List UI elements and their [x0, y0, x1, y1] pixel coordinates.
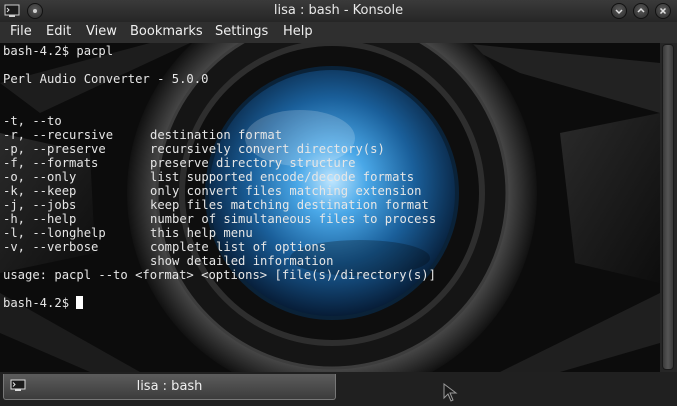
minimize-icon: [615, 9, 623, 15]
prompt-line[interactable]: bash-4.2$: [3, 296, 84, 310]
option-desc: number of simultaneous files to process: [150, 212, 437, 226]
option-desc: this help menu: [150, 226, 253, 240]
text-cursor: [76, 296, 84, 309]
option-desc: show detailed information: [150, 254, 334, 268]
mouse-pointer-icon: [443, 383, 458, 402]
maximize-icon: [637, 7, 645, 13]
terminal-output: bash-4.2$ pacpl Perl Audio Converter - 5…: [3, 43, 436, 310]
maximize-button[interactable]: [633, 3, 649, 19]
menu-help[interactable]: Help: [281, 24, 315, 39]
menu-bar: File Edit View Bookmarks Settings Help: [0, 22, 677, 43]
app-title-line: Perl Audio Converter - 5.0.0: [3, 72, 209, 86]
menu-edit[interactable]: Edit: [44, 24, 73, 39]
menu-file[interactable]: File: [8, 24, 34, 39]
window-title: lisa : bash - Konsole: [273, 3, 404, 18]
option-desc: list supported encode/decode formats: [150, 170, 415, 184]
menu-view[interactable]: View: [84, 24, 119, 39]
menu-bookmarks[interactable]: Bookmarks: [128, 24, 205, 39]
title-bar[interactable]: lisa : bash - Konsole: [0, 0, 677, 22]
option-desc: keep files matching destination format: [150, 198, 429, 212]
tab-lisa-bash[interactable]: lisa : bash: [3, 374, 336, 400]
prompt-text: bash-4.2$: [3, 296, 77, 310]
tab-label: lisa : bash: [136, 379, 203, 394]
option-desc: recursively convert directory(s): [150, 142, 385, 156]
option-flag: -v, --verbose: [3, 240, 99, 254]
option-desc: complete list of options: [150, 240, 327, 254]
scrollbar-thumb[interactable]: [662, 44, 674, 370]
menu-settings[interactable]: Settings: [213, 24, 270, 39]
vertical-scrollbar[interactable]: [660, 43, 677, 372]
close-button[interactable]: [655, 3, 671, 19]
terminal-view[interactable]: bash-4.2$ pacpl Perl Audio Converter - 5…: [0, 43, 660, 372]
minimize-button[interactable]: [611, 3, 627, 19]
option-desc: preserve directory structure: [150, 156, 356, 170]
close-icon: [659, 7, 667, 15]
konsole-window: lisa : bash - Konsole File Edit View Boo…: [0, 0, 677, 406]
tab-bar: lisa : bash: [0, 372, 677, 406]
option-desc: destination format: [150, 128, 283, 142]
command-line: bash-4.2$ pacpl: [3, 44, 114, 58]
usage-line: usage: pacpl --to <format> <options> [fi…: [3, 268, 436, 282]
option-desc: only convert files matching extension: [150, 184, 422, 198]
